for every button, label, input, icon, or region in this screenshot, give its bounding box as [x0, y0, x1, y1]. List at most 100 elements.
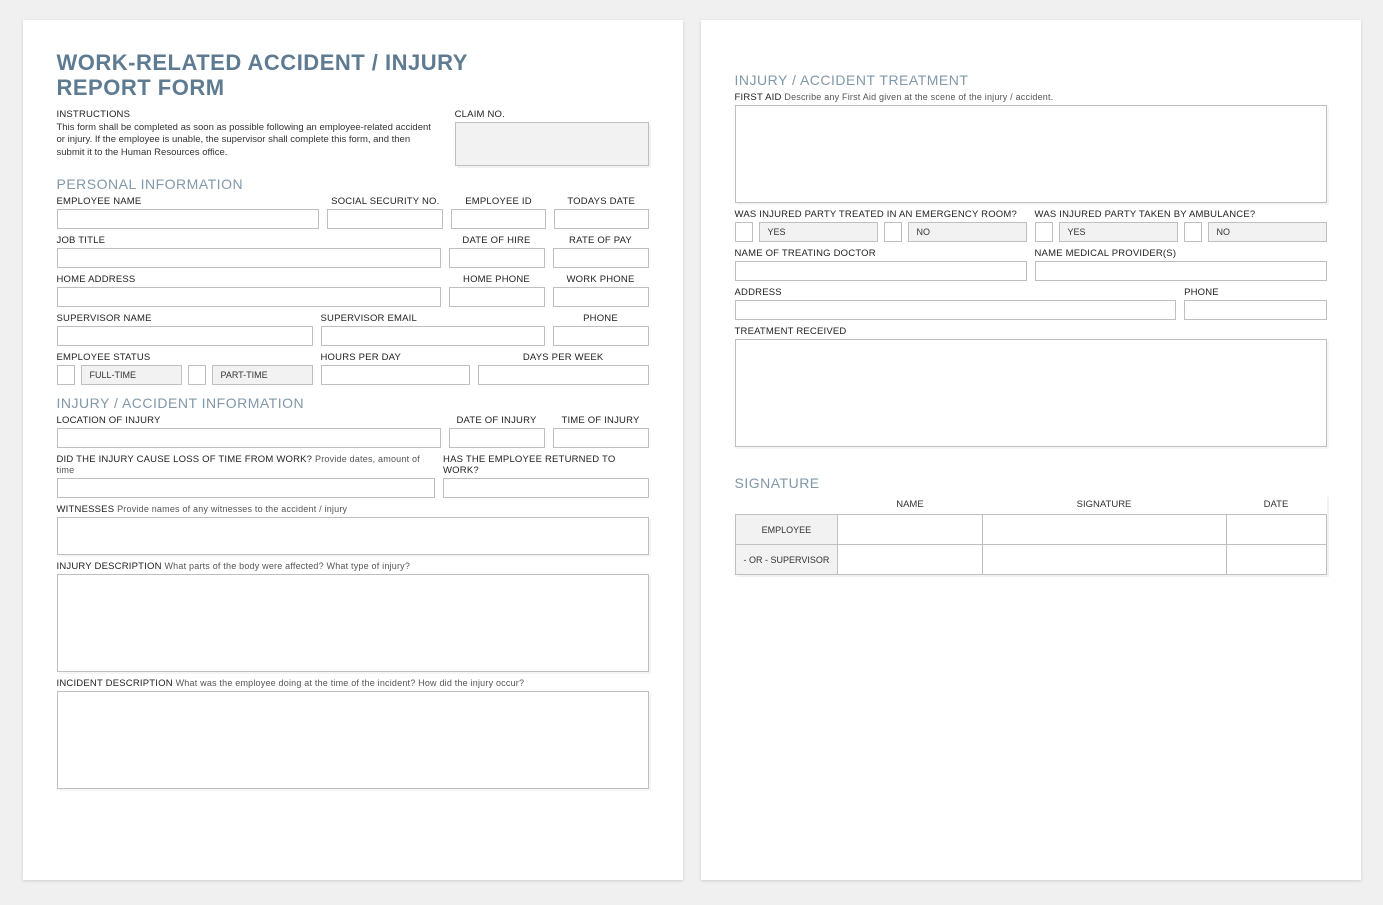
- incident-desc-hint: What was the employee doing at the time …: [176, 678, 525, 688]
- amb-question-label: WAS INJURED PARTY TAKEN BY AMBULANCE?: [1035, 209, 1327, 220]
- provider-label: NAME MEDICAL PROVIDER(S): [1035, 248, 1327, 259]
- witnesses-label: WITNESSES Provide names of any witnesses…: [57, 504, 649, 515]
- treatment-address-field[interactable]: [735, 300, 1177, 320]
- supervisor-email-label: SUPERVISOR EMAIL: [321, 313, 545, 324]
- location-field[interactable]: [57, 428, 441, 448]
- sig-signature-header: SIGNATURE: [982, 495, 1226, 515]
- er-question-label: WAS INJURED PARTY TREATED IN AN EMERGENC…: [735, 209, 1027, 220]
- time-of-injury-label: TIME OF INJURY: [553, 415, 649, 426]
- incident-desc-title: INCIDENT DESCRIPTION: [57, 678, 173, 689]
- er-no-label: NO: [908, 222, 1027, 242]
- incident-desc-field[interactable]: [57, 691, 649, 789]
- todays-date-label: TODAYS DATE: [554, 196, 649, 207]
- location-label: LOCATION OF INJURY: [57, 415, 441, 426]
- section-injury-info: INJURY / ACCIDENT INFORMATION: [57, 395, 649, 411]
- employee-name-field[interactable]: [57, 209, 320, 229]
- instructions-text: This form shall be completed as soon as …: [57, 122, 435, 160]
- supervisor-sig-date[interactable]: [1226, 545, 1326, 575]
- sig-row-employee: EMPLOYEE: [735, 515, 838, 545]
- supervisor-email-field[interactable]: [321, 326, 545, 346]
- injury-desc-label: INJURY DESCRIPTION What parts of the bod…: [57, 561, 649, 572]
- part-time-checkbox[interactable]: [188, 365, 206, 385]
- supervisor-phone-label: PHONE: [553, 313, 649, 324]
- incident-desc-label: INCIDENT DESCRIPTION What was the employ…: [57, 678, 649, 689]
- treatment-received-label: TREATMENT RECEIVED: [735, 326, 1327, 337]
- days-per-week-field[interactable]: [478, 365, 649, 385]
- job-title-field[interactable]: [57, 248, 441, 268]
- rate-of-pay-field[interactable]: [553, 248, 649, 268]
- treatment-address-label: ADDRESS: [735, 287, 1177, 298]
- job-title-label: JOB TITLE: [57, 235, 441, 246]
- date-of-injury-field[interactable]: [449, 428, 545, 448]
- loss-time-label: DID THE INJURY CAUSE LOSS OF TIME FROM W…: [57, 454, 436, 476]
- employee-sig-date[interactable]: [1226, 515, 1326, 545]
- first-aid-title: FIRST AID: [735, 92, 782, 103]
- section-signature: SIGNATURE: [735, 475, 1327, 491]
- date-of-hire-field[interactable]: [449, 248, 545, 268]
- amb-yes-label: YES: [1059, 222, 1178, 242]
- home-phone-field[interactable]: [449, 287, 545, 307]
- employee-id-label: EMPLOYEE ID: [451, 196, 546, 207]
- injury-desc-title: INJURY DESCRIPTION: [57, 561, 162, 572]
- ssn-label: SOCIAL SECURITY NO.: [327, 196, 443, 207]
- injury-desc-hint: What parts of the body were affected? Wh…: [164, 561, 410, 571]
- treatment-received-field[interactable]: [735, 339, 1327, 447]
- loss-time-question: DID THE INJURY CAUSE LOSS OF TIME FROM W…: [57, 454, 313, 465]
- rate-of-pay-label: RATE OF PAY: [553, 235, 649, 246]
- doctor-field[interactable]: [735, 261, 1027, 281]
- first-aid-label: FIRST AID Describe any First Aid given a…: [735, 92, 1327, 103]
- full-time-label: FULL-TIME: [81, 365, 182, 385]
- page-2: INJURY / ACCIDENT TREATMENT FIRST AID De…: [701, 20, 1361, 880]
- employee-status-label: EMPLOYEE STATUS: [57, 352, 313, 363]
- part-time-label: PART-TIME: [212, 365, 313, 385]
- employee-name-label: EMPLOYEE NAME: [57, 196, 320, 207]
- supervisor-name-sig[interactable]: [838, 545, 982, 575]
- section-treatment: INJURY / ACCIDENT TREATMENT: [735, 72, 1327, 88]
- employee-signature[interactable]: [982, 515, 1226, 545]
- supervisor-phone-field[interactable]: [553, 326, 649, 346]
- hours-per-day-field[interactable]: [321, 365, 470, 385]
- returned-field[interactable]: [443, 478, 648, 498]
- first-aid-field[interactable]: [735, 105, 1327, 203]
- witnesses-hint: Provide names of any witnesses to the ac…: [117, 504, 347, 514]
- injury-desc-field[interactable]: [57, 574, 649, 672]
- page-1: WORK-RELATED ACCIDENT / INJURY REPORT FO…: [23, 20, 683, 880]
- ssn-field[interactable]: [327, 209, 443, 229]
- doctor-label: NAME OF TREATING DOCTOR: [735, 248, 1027, 259]
- witnesses-field[interactable]: [57, 517, 649, 555]
- first-aid-hint: Describe any First Aid given at the scen…: [784, 92, 1053, 102]
- supervisor-signature[interactable]: [982, 545, 1226, 575]
- claim-no-field[interactable]: [455, 122, 649, 166]
- home-address-field[interactable]: [57, 287, 441, 307]
- full-time-checkbox[interactable]: [57, 365, 75, 385]
- sig-date-header: DATE: [1226, 495, 1326, 515]
- supervisor-name-field[interactable]: [57, 326, 313, 346]
- days-per-week-label: DAYS PER WEEK: [478, 352, 649, 363]
- er-yes-checkbox[interactable]: [735, 222, 753, 242]
- loss-time-field[interactable]: [57, 478, 436, 498]
- form-title: WORK-RELATED ACCIDENT / INJURY REPORT FO…: [57, 50, 649, 101]
- signature-table: NAME SIGNATURE DATE EMPLOYEE - OR - SUPE…: [735, 495, 1327, 575]
- provider-field[interactable]: [1035, 261, 1327, 281]
- claim-no-label: CLAIM NO.: [455, 109, 649, 120]
- amb-no-checkbox[interactable]: [1184, 222, 1202, 242]
- treatment-phone-label: PHONE: [1184, 287, 1326, 298]
- work-phone-field[interactable]: [553, 287, 649, 307]
- instructions-label: INSTRUCTIONS: [57, 109, 435, 120]
- er-no-checkbox[interactable]: [884, 222, 902, 242]
- employee-name-sig[interactable]: [838, 515, 982, 545]
- todays-date-field[interactable]: [554, 209, 649, 229]
- home-phone-label: HOME PHONE: [449, 274, 545, 285]
- employee-id-field[interactable]: [451, 209, 546, 229]
- date-of-injury-label: DATE OF INJURY: [449, 415, 545, 426]
- title-line-2: REPORT FORM: [57, 75, 225, 100]
- title-line-1: WORK-RELATED ACCIDENT / INJURY: [57, 50, 468, 75]
- supervisor-name-label: SUPERVISOR NAME: [57, 313, 313, 324]
- section-personal: PERSONAL INFORMATION: [57, 176, 649, 192]
- time-of-injury-field[interactable]: [553, 428, 649, 448]
- treatment-phone-field[interactable]: [1184, 300, 1326, 320]
- witnesses-title: WITNESSES: [57, 504, 115, 515]
- amb-yes-checkbox[interactable]: [1035, 222, 1053, 242]
- hours-per-day-label: HOURS PER DAY: [321, 352, 470, 363]
- returned-label: HAS THE EMPLOYEE RETURNED TO WORK?: [443, 454, 648, 476]
